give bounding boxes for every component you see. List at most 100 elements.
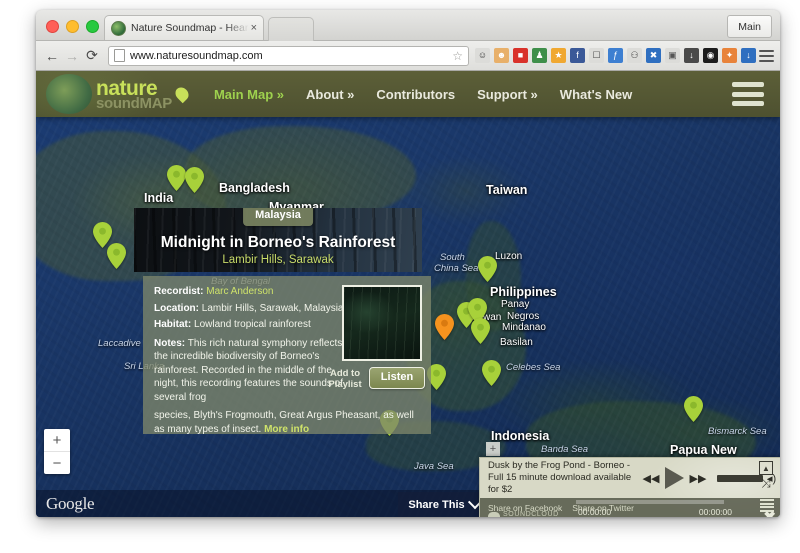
expand-icon[interactable]: ▲ <box>759 461 773 475</box>
main-profile-button[interactable]: Main <box>727 15 772 38</box>
player-track-title: Dusk by the Frog Pond - Borneo - Full 15… <box>488 460 632 495</box>
location-label: Location: <box>154 302 199 314</box>
player-share-row: Share on Facebook Share on Twitter SOUND… <box>480 498 780 517</box>
close-window-button[interactable] <box>46 20 59 33</box>
browser-tab[interactable]: Nature Soundmap - Hear th × <box>104 15 264 40</box>
globe-logo-icon <box>46 74 92 114</box>
site-header: nature soundMAP Main Map » About » Contr… <box>36 71 780 117</box>
time-total: 00:00:00 <box>698 507 732 517</box>
address-bar[interactable]: www.naturesoundmap.com ☆ <box>108 45 469 66</box>
forward-icon[interactable]: → <box>62 46 82 66</box>
map-marker[interactable] <box>107 243 126 269</box>
player-side-controls[interactable]: ▲ ⤨ <box>756 461 776 489</box>
playback-progress-bar[interactable] <box>576 500 724 504</box>
page-viewport: India Bangladesh Myanmar Taiwan Luzon Philipp… <box>36 71 780 517</box>
translate-icon[interactable]: ƒ <box>608 48 623 63</box>
audio-player: Dusk by the Frog Pond - Borneo - Full 15… <box>479 457 780 517</box>
nav-item-main-map[interactable]: Main Map » <box>214 87 284 102</box>
google-logo: Google <box>46 494 95 513</box>
map-expand-button[interactable]: + <box>486 442 500 456</box>
shuffle-icon[interactable]: ⤨ <box>761 477 771 489</box>
browser-titlebar: Nature Soundmap - Hear th × Main <box>36 10 780 41</box>
zoom-in-button[interactable]: + <box>44 429 70 452</box>
map-marker[interactable] <box>684 396 703 422</box>
mail-icon[interactable]: ⚇ <box>627 48 642 63</box>
reload-icon[interactable]: ⟳ <box>82 46 102 66</box>
recorder-icon[interactable]: ■ <box>513 48 528 63</box>
recording-title: Midnight in Borneo's Rainforest <box>160 234 396 251</box>
country-badge: Malaysia <box>243 208 313 226</box>
bookmark-star-icon[interactable]: ☆ <box>452 49 463 63</box>
globe-favicon-icon <box>111 20 126 36</box>
map-marker[interactable] <box>482 360 501 386</box>
habitat-label: Habitat: <box>154 319 192 330</box>
zoom-out-button[interactable]: − <box>44 452 70 474</box>
soundcloud-label: SOUNDCLOUD <box>503 511 559 517</box>
share-this-label: Share This <box>408 499 465 511</box>
cookie-icon[interactable]: ☻ <box>494 48 509 63</box>
recordist-label: Recordist: <box>154 286 204 297</box>
nav-item-contributors[interactable]: Contributors <box>376 87 455 102</box>
close-icon[interactable]: × <box>251 22 257 34</box>
rewind-icon[interactable]: ◀◀ <box>643 472 660 485</box>
bookmark-icon[interactable]: ★ <box>551 48 566 63</box>
listen-button-label: Listen <box>380 371 414 384</box>
screenshot-root: Nature Soundmap - Hear th × Main ← → ⟳ w… <box>0 0 800 553</box>
facebook-icon[interactable]: f <box>570 48 585 63</box>
leaf-pin-icon <box>172 84 192 104</box>
url-text: www.naturesoundmap.com <box>130 49 263 62</box>
recordist-value[interactable]: Marc Anderson <box>206 286 273 297</box>
download-icon[interactable]: ↓ <box>684 48 699 63</box>
new-tab-button[interactable] <box>268 17 314 41</box>
recording-subtitle: Lambir Hills, Sarawak <box>222 254 334 266</box>
cast-icon[interactable]: ☐ <box>589 48 604 63</box>
recording-details-panel: Recordist: Marc Anderson Location: Lambi… <box>143 276 431 435</box>
map-zoom-controls[interactable]: + − <box>44 429 70 474</box>
main-nav: Main Map » About » Contributors Support … <box>214 87 632 102</box>
habitat-value: Lowland tropical rainforest <box>194 319 311 330</box>
site-logo[interactable]: nature soundMAP <box>96 78 172 111</box>
image-icon[interactable]: ▣ <box>665 48 680 63</box>
page-document-icon <box>114 49 125 62</box>
extension-icons: ☺ ☻ ■ ♟ ★ f ☐ ƒ ⚇ ✖ ▣ ↓ ◉ ✦ ↓ <box>475 48 756 63</box>
menu-bars-icon[interactable] <box>732 82 764 106</box>
recording-hero: Malaysia Midnight in Borneo's Rainforest… <box>134 208 422 272</box>
map-marker[interactable] <box>167 165 186 191</box>
time-elapsed: 00:00:00 <box>578 507 612 517</box>
user-block-icon[interactable]: ✖ <box>646 48 661 63</box>
map-marker-selected[interactable] <box>435 314 454 340</box>
browser-toolbar: ← → ⟳ www.naturesoundmap.com ☆ ☺ ☻ ■ ♟ ★… <box>36 41 780 71</box>
colors-icon[interactable]: ✦ <box>722 48 737 63</box>
map-marker[interactable] <box>185 167 204 193</box>
notes-label: Notes: <box>154 337 186 349</box>
tab-title: Nature Soundmap - Hear th <box>131 22 249 34</box>
listen-button[interactable]: Listen <box>369 367 425 389</box>
nav-item-whats-new[interactable]: What's New <box>560 87 632 102</box>
logo-secondary-text: soundMAP <box>96 94 172 112</box>
people-icon[interactable]: ♟ <box>532 48 547 63</box>
fast-forward-icon[interactable]: ▶▶ <box>690 472 707 485</box>
play-icon[interactable] <box>665 467 684 489</box>
window-controls[interactable] <box>46 20 99 33</box>
minimize-window-button[interactable] <box>66 20 79 33</box>
camera-icon[interactable]: ◉ <box>703 48 718 63</box>
map-marker[interactable] <box>478 256 497 282</box>
location-value: Lambir Hills, Sarawak, Malaysia <box>201 302 344 314</box>
back-icon[interactable]: ← <box>42 46 62 66</box>
downloader-icon[interactable]: ↓ <box>741 48 756 63</box>
main-profile-label: Main <box>738 20 761 33</box>
more-info-link[interactable]: More info <box>264 424 309 435</box>
player-transport-controls[interactable]: ◀◀ ▶▶ <box>643 467 707 489</box>
browser-window: Nature Soundmap - Hear th × Main ← → ⟳ w… <box>36 10 780 517</box>
browser-menu-icon[interactable] <box>759 49 774 62</box>
nav-item-support[interactable]: Support » <box>477 87 538 102</box>
recording-thumbnail[interactable] <box>342 285 422 361</box>
add-to-playlist-label[interactable]: Add to Playlist <box>321 368 369 390</box>
map-marker[interactable] <box>471 318 490 344</box>
player-main-row: Dusk by the Frog Pond - Borneo - Full 15… <box>480 458 780 498</box>
share-this-button[interactable]: Share This <box>398 492 490 517</box>
lamp-icon[interactable]: ☺ <box>475 48 490 63</box>
maximize-window-button[interactable] <box>86 20 99 33</box>
nav-item-about[interactable]: About » <box>306 87 354 102</box>
close-player-icon[interactable]: ✖ <box>763 508 776 517</box>
